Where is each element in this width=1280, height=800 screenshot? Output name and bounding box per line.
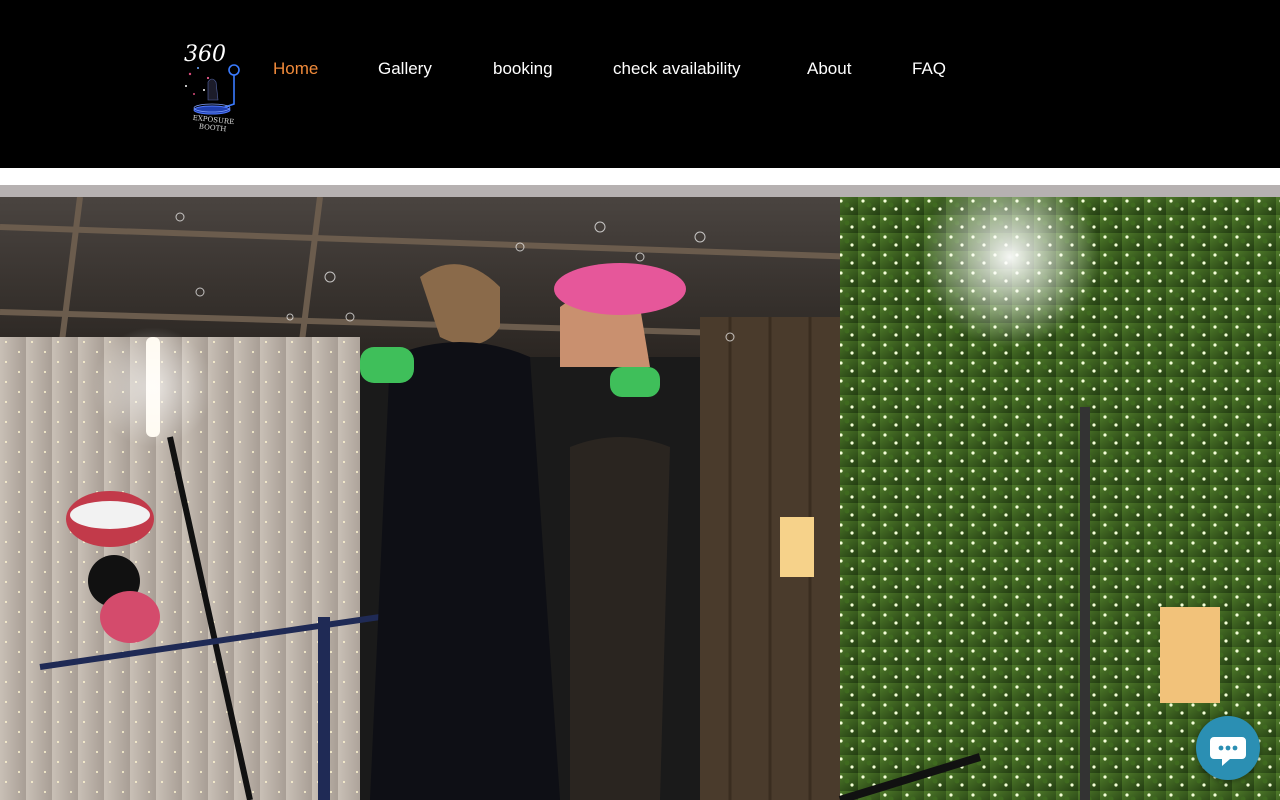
header-divider bbox=[0, 185, 1280, 197]
nav-gallery[interactable]: Gallery bbox=[378, 58, 432, 80]
nav-check-availability[interactable]: check availability bbox=[613, 58, 741, 80]
nav-about[interactable]: About bbox=[807, 58, 851, 80]
main-nav: Home Gallery booking check availability … bbox=[0, 58, 1280, 82]
site-logo[interactable]: 360 EXPOSURE BOOTH bbox=[178, 42, 248, 136]
event-photo-icon bbox=[0, 197, 1280, 800]
chat-bubble-icon bbox=[1210, 737, 1246, 766]
hero-image bbox=[0, 197, 1280, 800]
nav-faq[interactable]: FAQ bbox=[912, 58, 946, 80]
site-header: 360 EXPOSURE BOOTH Home Gallery booking … bbox=[0, 0, 1280, 168]
nav-booking[interactable]: booking bbox=[493, 58, 553, 80]
nav-home[interactable]: Home bbox=[273, 58, 318, 80]
chat-button[interactable] bbox=[1196, 716, 1260, 780]
